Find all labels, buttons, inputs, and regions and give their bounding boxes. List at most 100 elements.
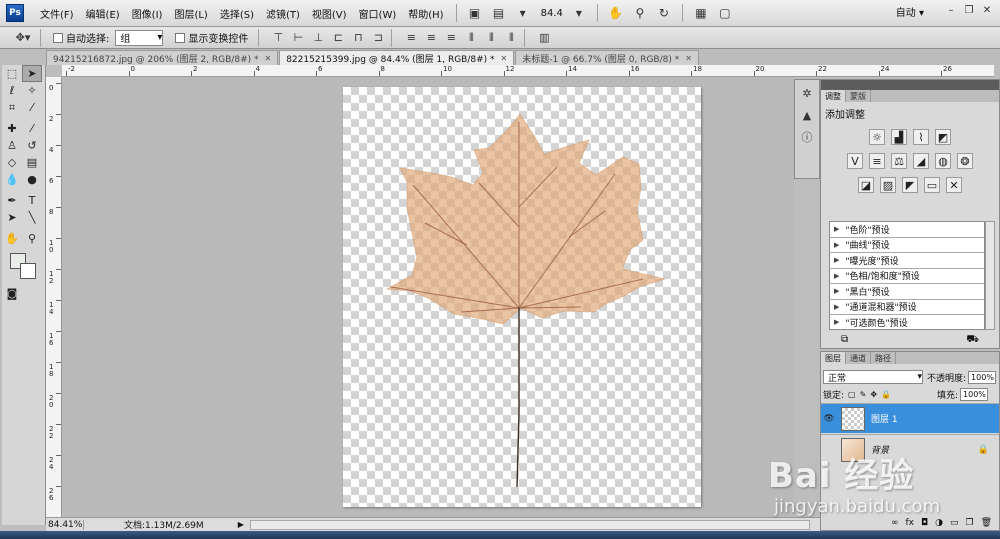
preset-item[interactable]: ▶ "曲线"预设	[830, 238, 984, 253]
minimize-icon[interactable]: –	[944, 5, 958, 19]
quick-mask-icon[interactable]: ◙	[2, 285, 22, 302]
menu-view[interactable]: 视图(V)	[306, 6, 353, 21]
menu-file[interactable]: 文件(F)	[34, 6, 80, 21]
auto-align-layers-icon[interactable]: ▥	[537, 31, 551, 45]
tab-document-2[interactable]: 82215215399.jpg @ 84.4% (图层 1, RGB/8#) *…	[279, 50, 515, 65]
eraser-tool-icon[interactable]: ◇	[2, 154, 22, 171]
view-extras-icon[interactable]: ▤	[489, 4, 509, 22]
layer-row[interactable]: 👁 图层 1	[821, 403, 999, 433]
curves-icon[interactable]: ⌇	[913, 129, 929, 145]
visibility-eye-icon[interactable]: 👁	[821, 414, 837, 424]
gradient-tool-icon[interactable]: ▤	[22, 154, 42, 171]
hand-tool-icon[interactable]: ✋	[606, 4, 626, 22]
crop-tool-icon[interactable]: ⌗	[2, 99, 22, 116]
line-tool-icon[interactable]: ╲	[22, 209, 42, 226]
bridge-icon[interactable]: ▣	[465, 4, 485, 22]
levels-icon[interactable]: ▟	[891, 129, 907, 145]
close-icon[interactable]: ✕	[501, 54, 508, 63]
selective-color-icon[interactable]: ✕	[946, 177, 962, 193]
align-left-icon[interactable]: ⊏	[331, 31, 345, 45]
type-tool-icon[interactable]: T	[22, 192, 42, 209]
add-mask-icon[interactable]: ◘	[921, 518, 928, 528]
preset-item[interactable]: ▶ "通道混和器"预设	[830, 300, 984, 315]
black-white-icon[interactable]: ◢	[913, 153, 929, 169]
zoom-dropdown-icon[interactable]: ▾	[569, 4, 589, 22]
new-group-icon[interactable]: ▭	[950, 518, 959, 528]
pen-tool-icon[interactable]: ✒	[2, 192, 22, 209]
align-bottom-icon[interactable]: ⊥	[311, 31, 325, 45]
delete-layer-icon[interactable]: 🗑	[981, 518, 992, 528]
blend-mode-dropdown[interactable]: 正常 ▾	[823, 370, 923, 384]
status-menu-arrow-icon[interactable]: ▶	[238, 520, 244, 529]
magic-wand-icon[interactable]: ✧	[22, 82, 42, 99]
dodge-tool-icon[interactable]: ●	[22, 171, 42, 188]
clip-to-layer-icon[interactable]: ⧉	[841, 334, 848, 348]
move-tool-icon[interactable]: ➤	[22, 65, 42, 82]
status-zoom[interactable]: 84.41%	[46, 519, 84, 530]
document-canvas[interactable]	[343, 87, 701, 507]
distribute-vcenter-icon[interactable]: ≡	[424, 31, 438, 45]
menu-layer[interactable]: 图层(L)	[168, 6, 213, 21]
adjustments-panel-menu-icon[interactable]: ⛟	[966, 334, 979, 348]
auto-select-dropdown[interactable]: 组 ▾	[115, 29, 164, 46]
align-hcenter-icon[interactable]: ⊓	[351, 31, 365, 45]
menu-help[interactable]: 帮助(H)	[402, 6, 449, 21]
canvas-area[interactable]	[62, 77, 794, 517]
info-icon[interactable]: ⓘ	[797, 128, 817, 146]
preset-item[interactable]: ▶ "色相/饱和度"预设	[830, 269, 984, 284]
invert-icon[interactable]: ◪	[858, 177, 874, 193]
distribute-hcenter-icon[interactable]: ⦀	[484, 31, 498, 45]
auto-select-checkbox[interactable]	[53, 32, 63, 43]
menu-image[interactable]: 图像(I)	[126, 6, 169, 21]
close-icon[interactable]: ✕	[685, 54, 692, 63]
link-layers-icon[interactable]: ∞	[891, 518, 899, 528]
layer-row[interactable]: 背景 🔒	[821, 434, 999, 464]
preset-item[interactable]: ▶ "可选颜色"预设	[830, 315, 984, 329]
hand-tool-icon[interactable]: ✋	[2, 230, 22, 247]
posterize-icon[interactable]: ▨	[880, 177, 896, 193]
distribute-bottom-icon[interactable]: ≡	[444, 31, 458, 45]
tab-channels[interactable]: 通道	[846, 352, 871, 364]
path-selection-icon[interactable]: ➤	[2, 209, 22, 226]
move-tool-preset-icon[interactable]: ✥▾	[12, 31, 34, 45]
restore-icon[interactable]: ❐	[962, 5, 976, 19]
tab-document-1[interactable]: 94215216872.jpg @ 206% (图层 2, RGB/8#) * …	[46, 50, 279, 65]
align-right-icon[interactable]: ⊐	[371, 31, 385, 45]
marquee-tool-icon[interactable]: ⬚	[2, 65, 22, 82]
distribute-top-icon[interactable]: ≡	[404, 31, 418, 45]
color-balance-icon[interactable]: ⚖	[891, 153, 907, 169]
lock-all-icon[interactable]: 🔒	[881, 390, 891, 399]
fill-field[interactable]: 100%	[960, 387, 989, 401]
menu-filter[interactable]: 滤镜(T)	[260, 6, 306, 21]
tab-document-3[interactable]: 未标题-1 @ 66.7% (图层 0, RGB/8) * ✕	[515, 50, 699, 65]
lock-image-icon[interactable]: ✎	[860, 390, 867, 399]
menu-edit[interactable]: 编辑(E)	[80, 6, 126, 21]
brightness-contrast-icon[interactable]: ☼	[869, 129, 885, 145]
eyedropper-icon[interactable]: ⁄	[22, 99, 42, 116]
channel-mixer-icon[interactable]: ❂	[957, 153, 973, 169]
zoom-level-field[interactable]: 84.4	[541, 8, 563, 19]
navigator-icon[interactable]: ✲	[797, 84, 817, 102]
presets-scrollbar[interactable]	[985, 221, 995, 330]
arrange-documents-icon[interactable]: ▦	[691, 4, 711, 22]
screen-mode-icon[interactable]: ▢	[715, 4, 735, 22]
histogram-icon[interactable]: ▲	[797, 106, 817, 124]
lasso-tool-icon[interactable]: ℓ	[2, 82, 22, 99]
new-adjustment-layer-icon[interactable]: ◑	[935, 518, 943, 528]
preset-item[interactable]: ▶ "曝光度"预设	[830, 253, 984, 269]
distribute-right-icon[interactable]: ⦀	[504, 31, 518, 45]
preset-item[interactable]: ▶ "黑白"预设	[830, 284, 984, 300]
close-icon[interactable]: ✕	[264, 54, 271, 63]
gradient-map-icon[interactable]: ▭	[924, 177, 940, 193]
tab-adjustments[interactable]: 调整	[821, 90, 846, 102]
zoom-tool-icon[interactable]: ⚲	[22, 230, 42, 247]
new-layer-icon[interactable]: ❐	[965, 518, 973, 528]
exposure-icon[interactable]: ◩	[935, 129, 951, 145]
threshold-icon[interactable]: ◤	[902, 177, 918, 193]
photo-filter-icon[interactable]: ◍	[935, 153, 951, 169]
clone-stamp-icon[interactable]: ♙	[2, 137, 22, 154]
blur-tool-icon[interactable]: 💧	[2, 171, 22, 188]
close-icon[interactable]: ✕	[980, 5, 994, 19]
align-top-icon[interactable]: ⊤	[271, 31, 285, 45]
lock-transparent-icon[interactable]: ▢	[848, 390, 856, 399]
